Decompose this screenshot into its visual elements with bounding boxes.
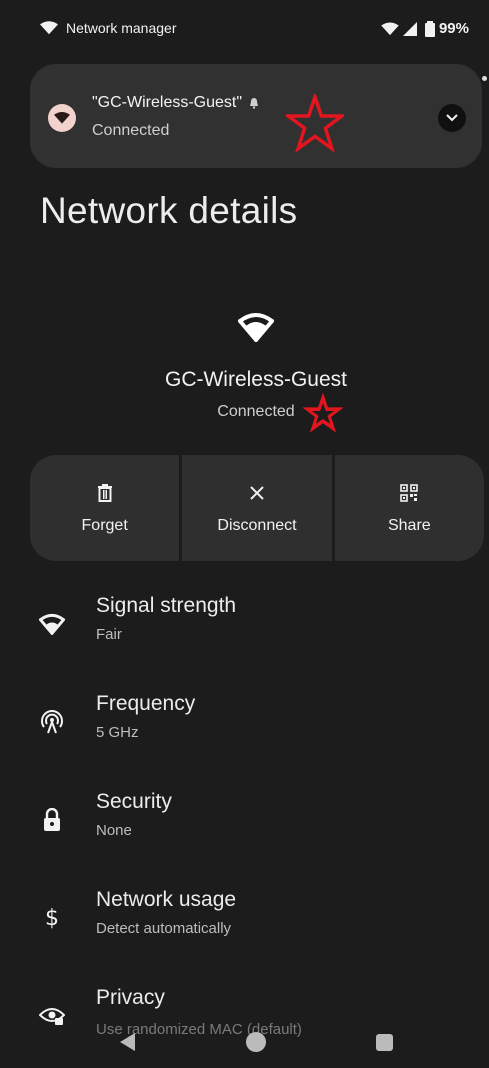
recents-icon[interactable]	[376, 1034, 393, 1051]
antenna-icon	[38, 708, 66, 736]
status-bar: Network manager 99%	[0, 0, 489, 56]
close-icon	[249, 481, 265, 505]
network-status: Connected	[0, 403, 489, 421]
trash-icon	[97, 481, 113, 505]
wifi-status-icon	[40, 21, 58, 35]
detail-title: Frequency	[96, 692, 196, 715]
disconnect-label: Disconnect	[217, 517, 297, 534]
detail-security[interactable]: Security None	[0, 790, 489, 886]
lock-icon	[38, 806, 66, 834]
status-app-title: Network manager	[66, 20, 177, 36]
screen: Network manager 99% "GC-Wireless-Guest"	[0, 0, 489, 1068]
forget-label: Forget	[81, 517, 128, 534]
qr-code-icon	[400, 481, 419, 505]
forget-button[interactable]: Forget	[30, 455, 180, 561]
detail-value: 5 GHz	[96, 724, 139, 741]
detail-value: Fair	[96, 626, 122, 643]
expand-button[interactable]	[438, 104, 466, 132]
edge-dot	[482, 76, 487, 81]
disconnect-button[interactable]: Disconnect	[182, 455, 332, 561]
network-name: GC-Wireless-Guest	[164, 368, 348, 391]
network-notification-card[interactable]: "GC-Wireless-Guest" Connected	[30, 64, 482, 168]
notification-title: "GC-Wireless-Guest"	[92, 94, 260, 112]
status-bar-right: 99%	[381, 20, 469, 37]
detail-value: None	[96, 822, 132, 839]
notification-status: Connected	[92, 122, 170, 139]
page-title: Network details	[40, 190, 298, 231]
status-bar-left: Network manager	[40, 20, 177, 36]
wifi-icon	[38, 610, 66, 638]
wifi-icon	[238, 313, 274, 342]
detail-frequency[interactable]: Frequency 5 GHz	[0, 692, 489, 788]
battery-icon	[424, 20, 435, 37]
home-icon[interactable]	[246, 1032, 266, 1052]
network-status-text: Connected	[217, 403, 295, 420]
star-annotation-icon	[286, 94, 344, 152]
back-icon[interactable]	[118, 1032, 136, 1052]
dollar-icon: $	[45, 905, 59, 931]
detail-title: Network usage	[96, 888, 237, 911]
wifi-signal-icon	[381, 21, 399, 35]
detail-value: Detect automatically	[96, 920, 232, 937]
share-button[interactable]: Share	[334, 455, 484, 561]
detail-signal-strength[interactable]: Signal strength Fair	[0, 594, 489, 690]
chevron-down-icon	[446, 114, 458, 122]
detail-title: Signal strength	[96, 594, 237, 617]
detail-network-usage[interactable]: $ Network usage Detect automatically	[0, 888, 489, 984]
bell-icon	[250, 98, 259, 109]
detail-title: Security	[96, 790, 172, 813]
notification-ssid: "GC-Wireless-Guest"	[92, 94, 243, 111]
cell-signal-icon	[402, 21, 417, 36]
battery-percent: 99%	[438, 20, 469, 37]
star-annotation-icon	[303, 393, 343, 433]
wifi-badge-icon	[48, 104, 76, 132]
share-label: Share	[387, 517, 431, 534]
detail-title: Privacy	[96, 986, 165, 1009]
action-bar: Forget Disconnect Share	[30, 455, 484, 561]
navigation-bar	[0, 1022, 489, 1068]
